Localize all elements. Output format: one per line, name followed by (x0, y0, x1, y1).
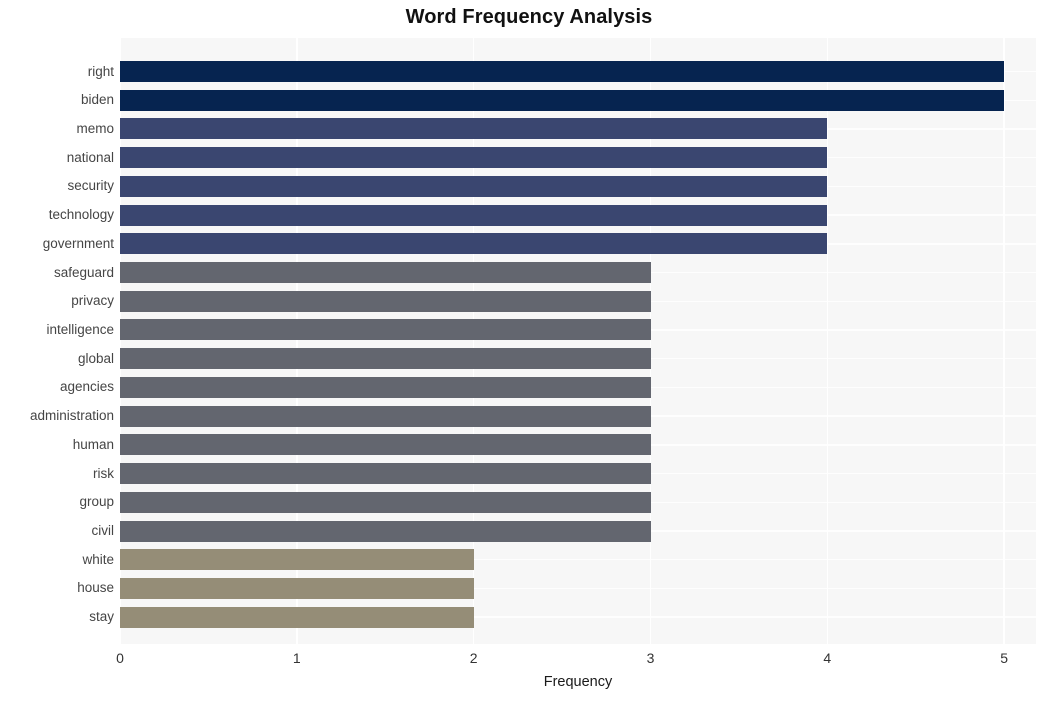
y-axis-tick-label: house (77, 580, 114, 596)
x-axis-tick-label: 0 (116, 650, 124, 666)
y-axis-tick-label: safeguard (53, 264, 114, 280)
bar (120, 463, 651, 485)
bar (120, 262, 651, 284)
y-axis-tick-label: biden (80, 92, 114, 108)
chart-figure: Word Frequency Analysis right biden memo na… (0, 0, 1058, 701)
bar (120, 61, 1005, 82)
bar (120, 405, 651, 427)
y-axis-tick-label: intelligence (46, 321, 114, 337)
y-axis-tick-label: group (79, 494, 114, 510)
x-axis-tick-label: 4 (823, 650, 832, 666)
bar (120, 147, 828, 169)
y-axis-tick-label: national (66, 149, 114, 165)
bar (120, 520, 651, 542)
y-axis-tick-label: memo (76, 120, 114, 136)
y-axis-tick-label: administration (29, 408, 114, 424)
y-axis-tick-label: civil (91, 523, 115, 539)
bar (120, 376, 651, 398)
x-axis-tick-label: 1 (292, 650, 301, 666)
bar (120, 175, 828, 197)
y-axis-tick-label: risk (93, 465, 114, 481)
bar (120, 434, 651, 456)
bar (120, 606, 474, 628)
y-axis-tick-label: white (82, 551, 114, 567)
y-axis-tick-label: security (67, 178, 114, 194)
bar (120, 290, 651, 312)
y-axis-tick-label: government (42, 235, 114, 251)
y-axis-tick-label: technology (48, 207, 114, 223)
y-axis-tick-label: agencies (59, 379, 114, 395)
y-axis-tick-label: right (87, 63, 114, 79)
x-axis-tick-label: 3 (646, 650, 655, 666)
plot-area (120, 38, 1036, 644)
y-axis-tick-label: stay (89, 609, 114, 625)
bar (120, 577, 474, 599)
bar (120, 491, 651, 513)
y-axis-tick-label: privacy (71, 293, 114, 309)
bar (120, 319, 651, 341)
bar (120, 348, 651, 370)
bar (120, 118, 828, 140)
x-axis-tick-label: 5 (1000, 650, 1009, 666)
x-axis-tick-label: 2 (469, 650, 478, 666)
chart-title: Word Frequency Analysis (405, 6, 653, 28)
bar (120, 204, 828, 226)
bar (120, 549, 474, 571)
bar (120, 89, 1005, 111)
y-axis-tick-label: global (77, 350, 114, 366)
bar (120, 233, 828, 255)
y-axis-tick-label: human (72, 436, 114, 452)
x-axis-label: Frequency (543, 674, 613, 690)
